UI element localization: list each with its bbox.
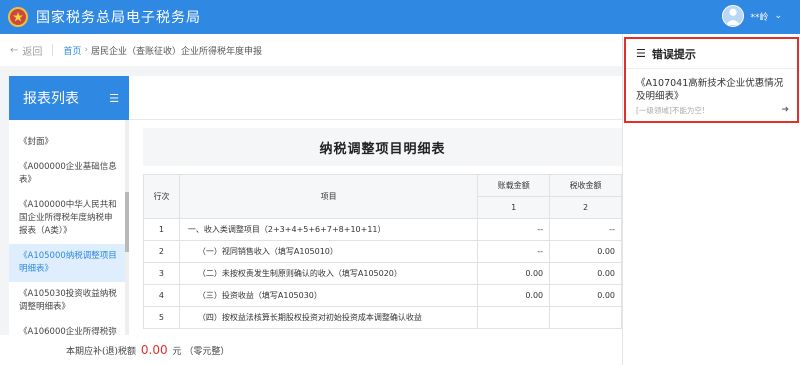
sidebar-item-a105030[interactable]: 《A105030投资收益纳税调整明细表》 (9, 282, 129, 320)
tax-amount-cell[interactable]: 0.00 (549, 240, 622, 263)
breadcrumb-current: 居民企业（查账征收）企业所得税年度申报 (91, 46, 263, 57)
sidebar-item-a100000[interactable]: 《A100000中华人民共和国企业所得税年度纳税申报表（A类）》 (9, 193, 129, 244)
tax-due-footer: 本期应补(退)税额 0.00 元 （零元整） (0, 335, 622, 365)
row-item: （三）投资收益（填写A105030） (178, 284, 479, 307)
tax-amount-cell[interactable] (549, 306, 622, 329)
row-item: （二）未按权责发生制原则确认的收入（填写A105020） (178, 262, 479, 285)
error-panel-title: 错误提示 (651, 47, 696, 61)
header-col-1: 1 (477, 196, 551, 219)
user-name: **岭 (750, 12, 769, 23)
row-no: 5 (143, 306, 180, 329)
header-tax-amount: 税收金额 (549, 174, 622, 197)
book-amount-cell: -- (477, 240, 551, 263)
error-header: ☰ 错误提示 (626, 39, 797, 69)
tax-due-summary: 本期应补(退)税额 0.00 元 （零元整） (66, 343, 229, 357)
table-row: 3 （二）未按权责发生制原则确认的收入（填写A105020） 0.00 0.00 (143, 262, 622, 285)
sidebar-item-a106000[interactable]: 《A106000企业所得税弥补亏损明细表》 (9, 320, 129, 335)
user-menu[interactable]: **岭 ⌄ (722, 5, 782, 27)
header-book-amount: 账载金额 (477, 174, 551, 197)
header-item: 项目 (178, 174, 479, 219)
row-no: 2 (143, 240, 180, 263)
error-detail: [一级领域]不能为空! (636, 106, 705, 115)
sidebar-list: 《封面》 《A000000企业基础信息表》 《A100000中华人民共和国企业所… (9, 120, 129, 335)
tax-due-amount: 0.00 (140, 343, 168, 357)
breadcrumb-separator: › (84, 45, 89, 55)
sidebar-item-a105000[interactable]: 《A105000纳税调整项目明细表》 (9, 244, 129, 282)
breadcrumb: ← 返回 首页 › 居民企业（查账征收）企业所得税年度申报 (0, 34, 622, 66)
sidebar-header: 报表列表 ☰ (9, 76, 129, 120)
book-amount-cell[interactable]: 0.00 (477, 284, 551, 307)
tax-amount-cell[interactable]: 0.00 (549, 262, 622, 285)
header-col-2: 2 (549, 196, 622, 219)
avatar (722, 5, 745, 27)
back-label: 返回 (22, 46, 43, 58)
site-title: 国家税务总局电子税务局 (36, 10, 201, 26)
header-row-no: 行次 (143, 174, 180, 219)
sidebar-item-a000000[interactable]: 《A000000企业基础信息表》 (9, 155, 129, 193)
error-detail-row: [一级领域]不能为空! ➜ (626, 103, 797, 116)
menu-icon[interactable]: ☰ (109, 92, 119, 105)
row-no: 1 (143, 218, 180, 241)
tax-emblem-logo (8, 7, 28, 27)
form-title: 纳税调整项目明细表 (143, 128, 622, 166)
row-item: 一、收入类调整项目（2+3+4+5+6+7+8+10+11） (178, 218, 479, 241)
table-row: 2 （一）视同销售收入（填写A105010） -- 0.00 (143, 240, 622, 263)
arrow-left-icon: ← (10, 44, 19, 56)
form-panel: 纳税调整项目明细表 行次 项目 账载金额 税收金额 1 2 1 一、收入类调整项… (143, 128, 622, 335)
top-bar: 国家税务总局电子税务局 **岭 ⌄ (0, 0, 800, 34)
arrow-right-icon[interactable]: ➜ (781, 105, 789, 116)
tax-amount-cell: -- (549, 218, 622, 241)
breadcrumb-home-link[interactable]: 首页 (63, 44, 81, 57)
row-item: （一）视同销售收入（填写A105010） (178, 240, 479, 263)
row-no: 3 (143, 262, 180, 285)
divider (52, 44, 54, 56)
report-list-sidebar: 报表列表 ☰ 《封面》 《A000000企业基础信息表》 《A100000中华人… (9, 76, 129, 335)
chevron-down-icon: ⌄ (774, 11, 782, 21)
back-button[interactable]: ← 返回 (10, 43, 42, 58)
error-item-link[interactable]: 《A107041高新技术企业优惠情况及明细表》 (626, 69, 797, 103)
row-item: （四）按权益法核算长期股权投资对初始投资成本调整确认收益 (178, 306, 479, 329)
table-row: 4 （三）投资收益（填写A105030） 0.00 0.00 (143, 284, 622, 307)
table-row: 1 一、收入类调整项目（2+3+4+5+6+7+8+10+11） -- -- (143, 218, 622, 241)
tax-due-label: 本期应补(退)税额 (66, 347, 137, 357)
row-no: 4 (143, 284, 180, 307)
book-amount-cell: -- (477, 218, 551, 241)
book-amount-cell[interactable] (477, 306, 551, 329)
main-content: 纳税调整项目明细表 行次 项目 账载金额 税收金额 1 2 1 一、收入类调整项… (129, 76, 622, 335)
table-row: 5 （四）按权益法核算长期股权投资对初始投资成本调整确认收益 (143, 306, 622, 329)
error-panel: ☰ 错误提示 《A107041高新技术企业优惠情况及明细表》 [一级领域]不能为… (622, 34, 800, 365)
book-amount-cell[interactable]: 0.00 (477, 262, 551, 285)
tax-amount-cell[interactable]: 0.00 (549, 284, 622, 307)
tax-due-suffix: 元 （零元整） (172, 347, 230, 357)
adjustment-table: 行次 项目 账载金额 税收金额 1 2 1 一、收入类调整项目（2+3+4+5+… (143, 174, 622, 329)
sidebar-title: 报表列表 (23, 91, 79, 107)
error-box: ☰ 错误提示 《A107041高新技术企业优惠情况及明细表》 [一级领域]不能为… (624, 37, 799, 123)
sidebar-item-cover[interactable]: 《封面》 (9, 130, 129, 155)
main-toolbar (129, 76, 622, 120)
list-icon: ☰ (636, 47, 646, 60)
